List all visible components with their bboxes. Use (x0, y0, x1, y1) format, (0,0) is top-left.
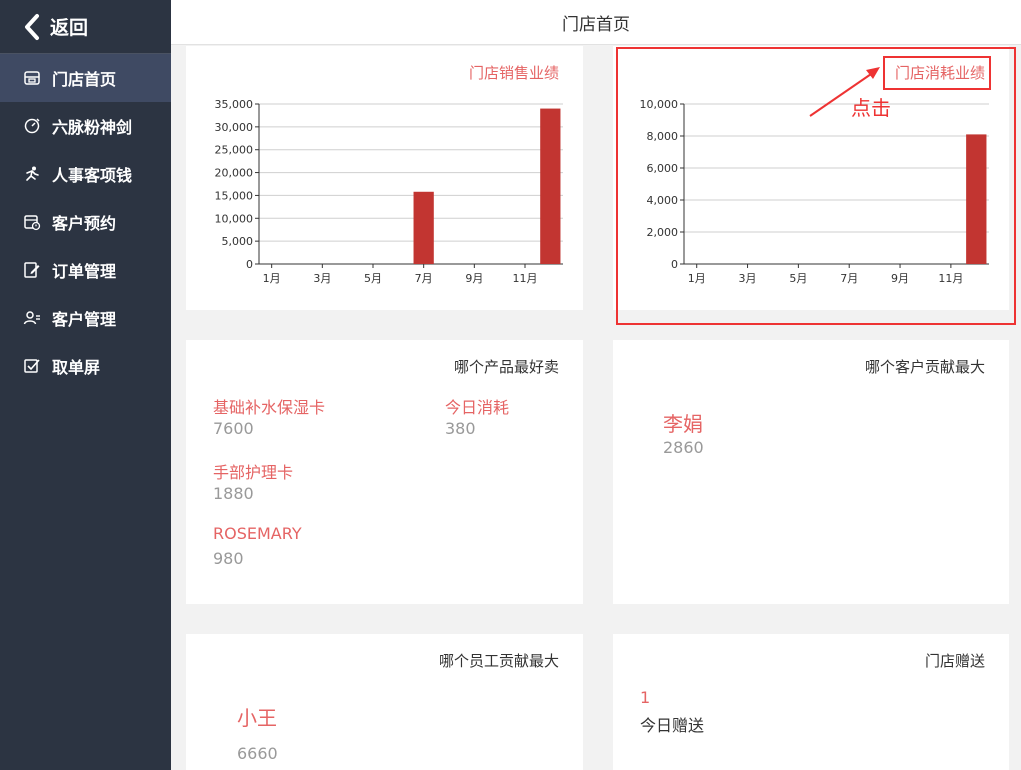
product-value: 380 (445, 419, 476, 438)
top-customer-name: 李娟 (663, 412, 703, 436)
bar (413, 191, 434, 264)
sidebar-item-label: 订单管理 (52, 262, 117, 281)
store-icon (23, 69, 41, 87)
store-gift-card-title: 门店赠送 (924, 652, 985, 670)
back-button[interactable]: 返回 (0, 0, 171, 54)
sales-bar-chart: 35,000 30,000 25,000 20,000 15,000 10,000 5,00… (215, 98, 563, 285)
product-name: 手部护理卡 (213, 463, 294, 482)
bar (540, 108, 561, 264)
x-tick-label: 1月 (688, 272, 706, 285)
x-tick-label: 9月 (891, 272, 909, 285)
product-name: 今日消耗 (445, 398, 510, 417)
edit-order-icon (23, 261, 41, 279)
gift-label: 今日赠送 (640, 716, 705, 735)
y-tick-label: 35,000 (215, 98, 254, 111)
sidebar-item-label: 客户预约 (52, 214, 117, 233)
top-customer-card-title: 哪个客户贡献最大 (864, 358, 985, 376)
top-employee-name: 小王 (237, 706, 277, 730)
sales-chart-card: 门店销售业绩 35,000 30,000 25,000 20,000 15,000 10,… (186, 46, 583, 310)
x-tick-label: 5月 (364, 272, 382, 285)
x-tick-label: 1月 (263, 272, 281, 285)
product-name: 基础补水保湿卡 (213, 398, 326, 417)
x-tick-label: 7月 (840, 272, 858, 285)
top-employee-card-title: 哪个员工贡献最大 (438, 652, 559, 670)
x-tick-label: 11月 (938, 272, 963, 285)
y-tick-label: 2,000 (647, 226, 679, 239)
y-tick-label: 0 (246, 258, 253, 271)
sidebar-item-personnel[interactable]: 人事客项钱 (0, 150, 171, 198)
x-tick-label: 3月 (739, 272, 757, 285)
top-customer-card: 哪个客户贡献最大 李娟 2860 (613, 340, 1009, 604)
y-tick-label: 25,000 (215, 144, 254, 157)
consumption-bar-chart: 10,000 8,000 6,000 4,000 2,000 0 1月 3月 5月 7月 9月 11月 (640, 98, 989, 285)
y-tick-label: 6,000 (647, 162, 679, 175)
checkbox-icon (23, 357, 41, 375)
product-value: 980 (213, 549, 244, 568)
y-tick-label: 0 (671, 258, 678, 271)
sidebar-item-label: 六脉粉神剑 (52, 118, 133, 137)
person-run-icon (23, 165, 41, 183)
sidebar-item-label: 取单屏 (52, 358, 101, 377)
sidebar: 返回 门店首页 六脉粉神剑 人事客项钱 客户预约 订单管理 客户管理 取单屏 (0, 0, 171, 770)
sidebar-item-customers[interactable]: 客户管理 (0, 294, 171, 342)
sidebar-item-label: 人事客项钱 (52, 166, 133, 185)
product-value: 7600 (213, 419, 254, 438)
sidebar-item-appointment[interactable]: 客户预约 (0, 198, 171, 246)
y-tick-label: 10,000 (215, 212, 254, 225)
sidebar-item-store-home[interactable]: 门店首页 (0, 54, 171, 102)
product-value: 1880 (213, 484, 254, 503)
products-card-title: 哪个产品最好卖 (453, 358, 559, 376)
y-tick-label: 8,000 (647, 130, 679, 143)
sidebar-item-label: 客户管理 (52, 310, 117, 329)
bar (966, 134, 987, 264)
calendar-icon (23, 213, 41, 231)
top-employee-value: 6660 (237, 744, 278, 763)
products-card: 哪个产品最好卖 基础补水保湿卡 7600 今日消耗 380 手部护理卡 1880… (186, 340, 583, 604)
store-gift-card: 门店赠送 1 今日赠送 (613, 634, 1009, 770)
sidebar-item-orders[interactable]: 订单管理 (0, 246, 171, 294)
customer-icon (23, 309, 41, 327)
y-tick-label: 5,000 (222, 235, 254, 248)
x-tick-label: 3月 (313, 272, 331, 285)
sidebar-item-label: 门店首页 (52, 70, 117, 89)
top-employee-card: 哪个员工贡献最大 小王 6660 (186, 634, 583, 770)
y-tick-label: 30,000 (215, 121, 254, 134)
header: 门店首页 (171, 0, 1021, 45)
y-tick-label: 10,000 (640, 98, 679, 111)
y-tick-label: 20,000 (215, 167, 254, 180)
click-annotation: 点击 (851, 96, 891, 120)
timer-icon (23, 117, 41, 135)
x-tick-label: 5月 (789, 272, 807, 285)
x-tick-label: 9月 (465, 272, 483, 285)
consumption-chart-card: 门店消耗业绩 10,000 8,000 6,000 4,000 2,000 0 1月 3月 5月… (613, 46, 1009, 310)
chevron-left-icon (25, 13, 39, 40)
y-tick-label: 4,000 (647, 194, 679, 207)
sidebar-item-pickup-screen[interactable]: 取单屏 (0, 342, 171, 390)
top-customer-value: 2860 (663, 438, 704, 457)
x-tick-label: 11月 (513, 272, 538, 285)
x-tick-label: 7月 (415, 272, 433, 285)
back-label: 返回 (50, 17, 89, 39)
gift-count: 1 (640, 688, 651, 707)
sidebar-item-six-vein[interactable]: 六脉粉神剑 (0, 102, 171, 150)
page-title: 门店首页 (562, 14, 630, 35)
product-name: ROSEMARY (213, 524, 302, 543)
y-tick-label: 15,000 (215, 189, 254, 202)
